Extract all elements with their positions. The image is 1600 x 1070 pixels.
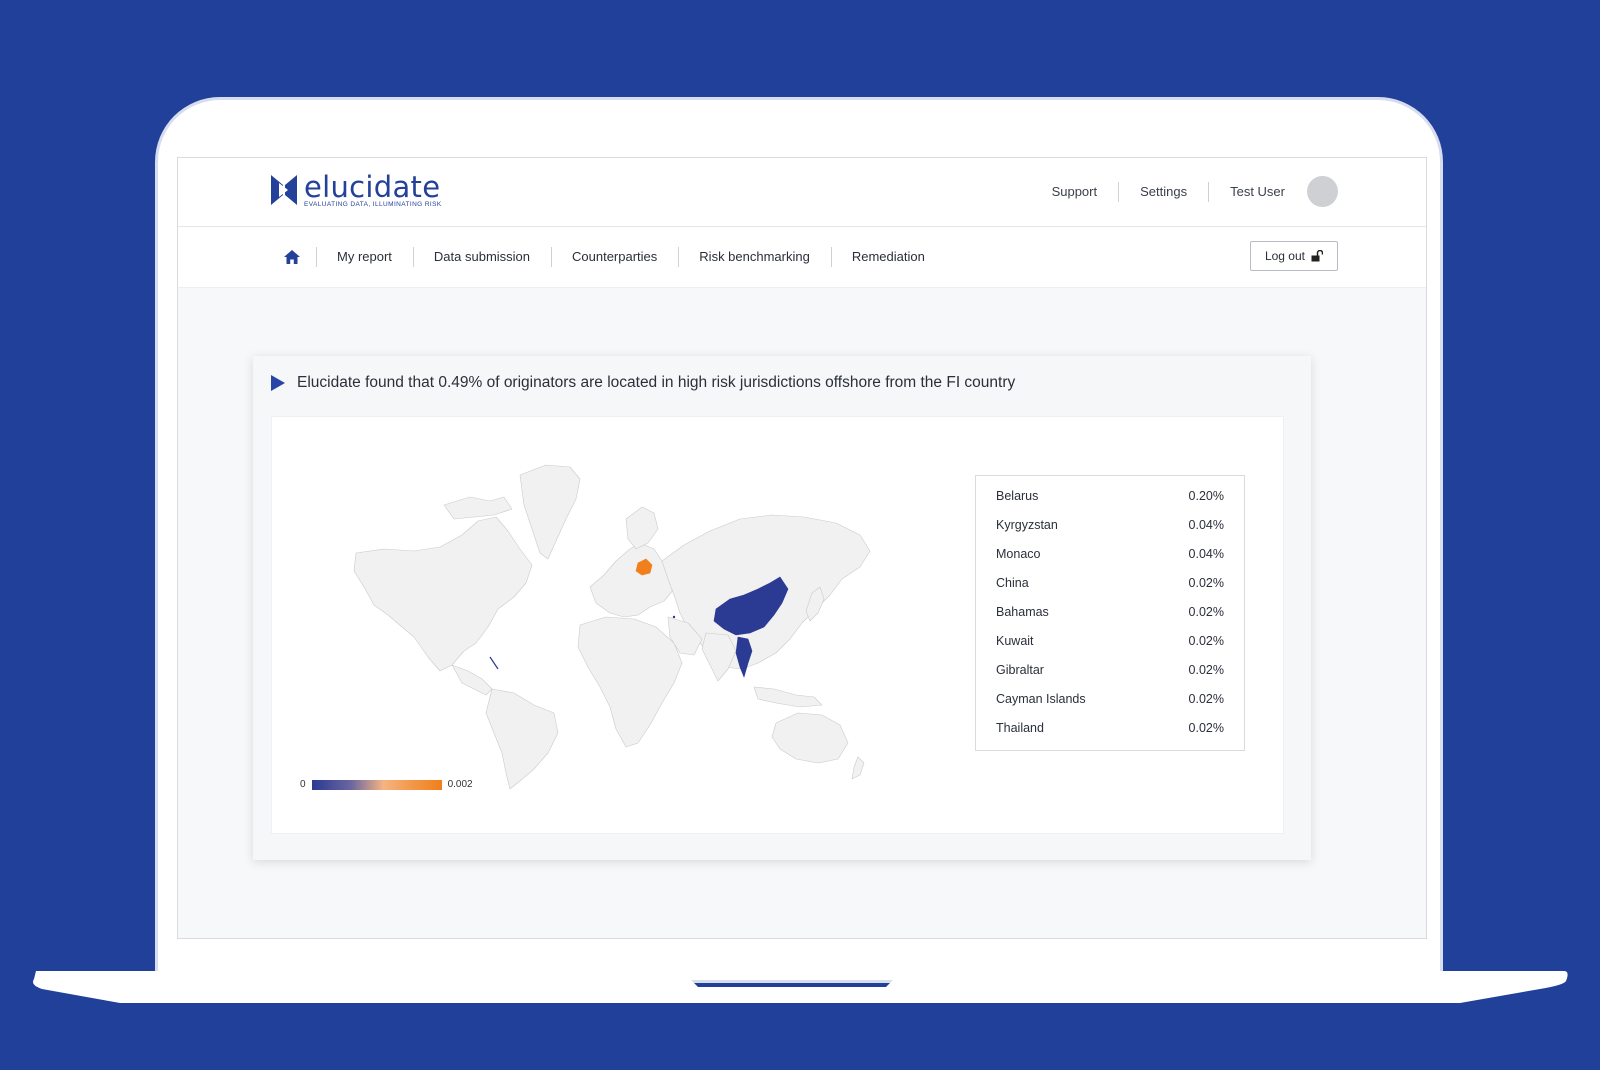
- brand-name: elucidate: [304, 170, 441, 204]
- settings-link[interactable]: Settings: [1119, 181, 1210, 202]
- table-row[interactable]: Kyrgyzstan 0.04%: [976, 510, 1244, 539]
- colorbar-min: 0: [300, 779, 306, 790]
- user-nav: Support Settings Test User: [1031, 176, 1338, 207]
- table-row[interactable]: Monaco 0.04%: [976, 539, 1244, 568]
- country-name: Bahamas: [996, 604, 1049, 619]
- country-value: 0.02%: [1188, 633, 1224, 648]
- country-value: 0.02%: [1188, 575, 1224, 590]
- logout-label: Log out: [1264, 249, 1305, 263]
- kuwait-marker: [672, 615, 676, 619]
- world-map[interactable]: [344, 457, 874, 792]
- africa-shape: [577, 616, 683, 748]
- arctic-islands-shape: [443, 496, 513, 520]
- map-colorbar: 0 0.002: [300, 779, 473, 790]
- nav-item-my-report[interactable]: My report: [337, 247, 414, 267]
- elucidate-logo-icon: [271, 175, 297, 205]
- card-title[interactable]: Elucidate found that 0.49% of originator…: [271, 374, 1015, 392]
- country-name: Kyrgyzstan: [996, 517, 1058, 532]
- australia-shape: [771, 712, 849, 764]
- country-value: 0.04%: [1188, 546, 1224, 561]
- country-value: 0.02%: [1188, 691, 1224, 706]
- scandinavia-shape: [625, 506, 659, 550]
- indonesia-shape: [753, 686, 823, 708]
- country-name: Kuwait: [996, 633, 1034, 648]
- card-title-text: Elucidate found that 0.49% of originator…: [297, 374, 1016, 391]
- app-screen: elucidate EVALUATING DATA, ILLUMINATING …: [177, 157, 1427, 939]
- country-value: 0.02%: [1188, 604, 1224, 619]
- country-value: 0.02%: [1188, 720, 1224, 735]
- nav-home[interactable]: [268, 247, 317, 267]
- greenland-shape: [519, 464, 581, 560]
- laptop-base: [33, 971, 1568, 1003]
- central-america-shape: [451, 664, 493, 696]
- brand-logo[interactable]: elucidate EVALUATING DATA, ILLUMINATING …: [270, 172, 442, 208]
- table-row[interactable]: Cayman Islands 0.02%: [976, 684, 1244, 713]
- country-name: Thailand: [996, 720, 1044, 735]
- support-link[interactable]: Support: [1031, 181, 1120, 202]
- brand-tagline: EVALUATING DATA, ILLUMINATING RISK: [304, 201, 442, 208]
- table-row[interactable]: Belarus 0.20%: [976, 481, 1244, 510]
- nav-item-counterparties[interactable]: Counterparties: [572, 247, 680, 267]
- home-icon: [284, 250, 300, 264]
- country-value: 0.02%: [1188, 662, 1224, 677]
- colorbar-gradient: [311, 779, 442, 790]
- user-name[interactable]: Test User: [1209, 182, 1307, 202]
- country-table: Belarus 0.20% Kyrgyzstan 0.04% Monaco 0.04%…: [975, 475, 1245, 751]
- unlock-icon: [1311, 250, 1323, 262]
- north-america-shape: [353, 516, 533, 672]
- country-value: 0.04%: [1188, 517, 1224, 532]
- table-row[interactable]: Thailand 0.02%: [976, 713, 1244, 742]
- top-header: elucidate EVALUATING DATA, ILLUMINATING …: [178, 158, 1426, 227]
- logout-button[interactable]: Log out: [1249, 241, 1338, 271]
- table-row[interactable]: Kuwait 0.02%: [976, 626, 1244, 655]
- country-name: Monaco: [996, 546, 1041, 561]
- table-row[interactable]: China 0.02%: [976, 568, 1244, 597]
- table-row[interactable]: Bahamas 0.02%: [976, 597, 1244, 626]
- nav-item-data-submission[interactable]: Data submission: [434, 247, 553, 267]
- india-shape: [701, 632, 737, 682]
- country-name: China: [996, 575, 1029, 590]
- europe-shape: [589, 542, 675, 618]
- table-row[interactable]: Gibraltar 0.02%: [976, 655, 1244, 684]
- country-name: Cayman Islands: [996, 691, 1086, 706]
- new-zealand-shape: [851, 756, 865, 780]
- bahamas-shape: [489, 656, 499, 670]
- play-triangle-icon: [271, 375, 285, 391]
- colorbar-max: 0.002: [447, 779, 473, 790]
- avatar[interactable]: [1307, 176, 1338, 207]
- risk-card: Elucidate found that 0.49% of originator…: [253, 356, 1311, 860]
- country-name: Gibraltar: [996, 662, 1044, 677]
- main-nav: My report Data submission Counterparties…: [178, 227, 1426, 288]
- country-name: Belarus: [996, 488, 1039, 503]
- card-body: 0 0.002 Belarus 0.20% Kyrgyzstan 0.04% Mon…: [271, 416, 1284, 834]
- country-value: 0.20%: [1188, 488, 1224, 503]
- nav-item-risk-benchmarking[interactable]: Risk benchmarking: [699, 247, 832, 267]
- nav-item-remediation[interactable]: Remediation: [852, 247, 946, 267]
- south-america-shape: [485, 688, 559, 790]
- thailand-shape[interactable]: [735, 636, 753, 678]
